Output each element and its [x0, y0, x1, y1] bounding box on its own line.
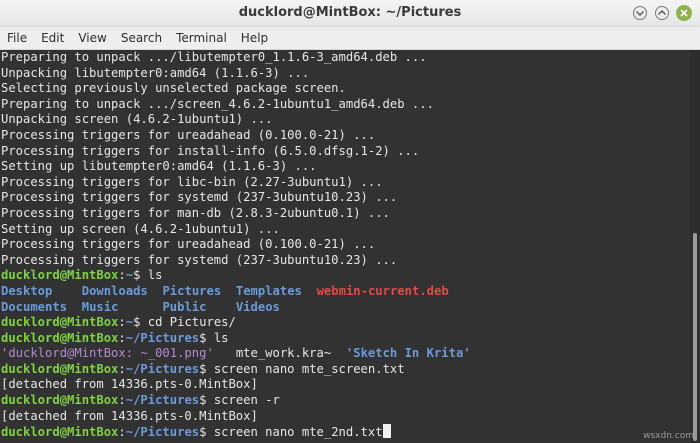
prompt-dollar: $ — [199, 393, 214, 408]
prompt-path: ~/Pictures — [125, 425, 200, 440]
text-cursor — [382, 424, 391, 439]
output-line: Processing triggers for libc-bin (2.27-3… — [1, 174, 383, 189]
watermark: wsxdn.com — [643, 431, 694, 441]
command-text: screen nano mte_screen.txt — [213, 361, 405, 376]
command-input[interactable]: screen nano mte_2nd.txt — [214, 425, 383, 439]
terminal-window: ducklord@MintBox: ~/Pictures File Edit V… — [0, 0, 700, 443]
output-line: Preparing to unpack .../libutempter0_1.1… — [1, 50, 427, 64]
menu-edit[interactable]: Edit — [34, 27, 71, 49]
scrollbar-thumb[interactable] — [693, 233, 697, 441]
prompt-user: ducklord@MintBox — [1, 268, 119, 283]
prompt-user: ducklord@MintBox — [1, 361, 119, 376]
menu-search[interactable]: Search — [114, 27, 169, 49]
dir-entry: Templates — [235, 283, 302, 298]
dir-entry: Music — [81, 299, 119, 314]
ls-output-row: Documents Music Public Videos — [0, 300, 690, 316]
close-button[interactable] — [676, 5, 692, 21]
menu-view[interactable]: View — [71, 27, 113, 49]
prompt-path: ~ — [125, 268, 134, 283]
menu-bar: File Edit View Search Terminal Help — [0, 27, 700, 50]
output-line: Selecting previously unselected package … — [1, 81, 346, 96]
prompt-line-current[interactable]: ducklord@MintBox:~/Pictures$ screen nano… — [0, 424, 690, 440]
command-text: cd Pictures/ — [147, 315, 236, 330]
output-line: [detached from 14336.pts-0.MintBox] — [1, 408, 258, 423]
prompt-user: ducklord@MintBox — [1, 330, 119, 345]
output-line: Preparing to unpack .../screen_4.6.2-1ub… — [1, 96, 434, 111]
minimize-icon — [633, 6, 647, 20]
prompt-separator: : — [118, 361, 126, 376]
prompt-dollar: $ — [199, 425, 214, 440]
prompt-user: ducklord@MintBox — [1, 393, 119, 408]
prompt-dollar: $ — [199, 330, 214, 345]
menu-terminal[interactable]: Terminal — [169, 27, 234, 49]
output-line: Processing triggers for ureadahead (0.10… — [1, 127, 376, 142]
output-line: [detached from 14336.pts-0.MintBox] — [1, 377, 258, 392]
prompt-path: ~/Pictures — [125, 393, 200, 408]
prompt-dollar: $ — [133, 315, 148, 330]
prompt-separator: : — [118, 315, 126, 330]
deb-file-entry: webmin-current.deb — [316, 283, 449, 298]
minimize-button[interactable] — [632, 5, 648, 21]
output-line: Setting up screen (4.6.2-1ubuntu1) ... — [1, 221, 280, 236]
prompt-separator: : — [118, 393, 126, 408]
scrollbar[interactable] — [690, 50, 700, 443]
maximize-icon — [655, 6, 669, 20]
prompt-path: ~ — [125, 315, 134, 330]
prompt-line: ducklord@MintBox:~$ cd Pictures/ — [0, 315, 690, 331]
output-line: Processing triggers for install-info (6.… — [1, 143, 420, 158]
dir-entry: 'Sketch In Krita' — [345, 346, 471, 361]
prompt-separator: : — [118, 330, 126, 345]
image-file-entry: 'ducklord@MintBox: ~_001.png' — [1, 346, 214, 361]
file-entry: mte_work.kra~ — [235, 346, 332, 361]
output-line: Setting up libutempter0:amd64 (1.1.6-3) … — [1, 159, 317, 174]
title-bar[interactable]: ducklord@MintBox: ~/Pictures — [0, 0, 700, 27]
output-line: Processing triggers for ureadahead (0.10… — [1, 237, 376, 252]
prompt-separator: : — [118, 268, 126, 283]
prompt-path: ~/Pictures — [125, 361, 200, 376]
command-text: ls — [147, 268, 163, 283]
dir-entry: Desktop — [1, 283, 53, 298]
command-text: screen -r — [213, 393, 280, 408]
prompt-dollar: $ — [199, 361, 214, 376]
dir-entry: Public — [162, 299, 207, 314]
terminal-output[interactable]: Preparing to unpack .../libutempter0_1.1… — [0, 50, 690, 443]
ls-output-row: 'ducklord@MintBox: ~_001.png' mte_work.k… — [0, 346, 690, 362]
prompt-separator: : — [118, 425, 126, 440]
prompt-line: ducklord@MintBox:~$ ls — [0, 268, 690, 284]
prompt-line: ducklord@MintBox:~/Pictures$ ls — [0, 331, 690, 347]
menu-help[interactable]: Help — [234, 27, 275, 49]
prompt-user: ducklord@MintBox — [1, 425, 119, 440]
prompt-line: ducklord@MintBox:~/Pictures$ screen -r — [0, 393, 690, 409]
prompt-user: ducklord@MintBox — [1, 315, 119, 330]
output-line: Processing triggers for man-db (2.8.3-2u… — [1, 205, 390, 220]
window-controls — [632, 5, 692, 21]
close-icon — [680, 9, 688, 17]
ls-output-row: Desktop Downloads Pictures Templates web… — [0, 284, 690, 300]
output-line: Processing triggers for systemd (237-3ub… — [1, 190, 398, 205]
output-line: Unpacking screen (4.6.2-1ubuntu1) ... — [1, 112, 273, 127]
command-text: ls — [213, 330, 229, 345]
window-title: ducklord@MintBox: ~/Pictures — [238, 5, 462, 20]
prompt-dollar: $ — [133, 268, 148, 283]
menu-file[interactable]: File — [0, 27, 34, 49]
dir-entry: Videos — [235, 299, 280, 314]
dir-entry: Documents — [1, 299, 68, 314]
output-line: Unpacking libutempter0:amd64 (1.1.6-3) .… — [1, 65, 310, 80]
dir-entry: Pictures — [162, 283, 222, 298]
maximize-button[interactable] — [654, 5, 670, 21]
dir-entry: Downloads — [81, 283, 148, 298]
output-line: Processing triggers for systemd (237-3ub… — [1, 252, 398, 267]
prompt-line: ducklord@MintBox:~/Pictures$ screen nano… — [0, 362, 690, 378]
prompt-path: ~/Pictures — [125, 330, 200, 345]
